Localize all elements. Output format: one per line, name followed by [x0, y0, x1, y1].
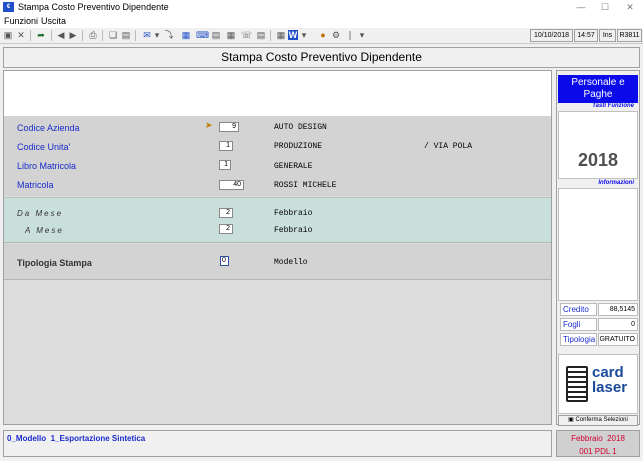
cancel-icon[interactable]: ✕	[16, 30, 26, 40]
table-icon[interactable]: ▦	[276, 30, 286, 40]
matricola-field[interactable]: 40	[219, 180, 244, 190]
tipologia-right-value: GRATUITO	[598, 333, 638, 346]
toolbar-separator	[270, 30, 271, 41]
toolbar-separator	[102, 30, 103, 41]
calendar-icon[interactable]: ▤	[211, 30, 221, 40]
app-icon: €	[3, 2, 14, 12]
toolbar-separator	[82, 30, 83, 41]
toolbar-separator	[135, 30, 136, 41]
toolbar-separator	[30, 30, 31, 41]
da-mese-desc: Febbraio	[274, 209, 313, 218]
credito-label: Credito	[560, 303, 597, 316]
import-icon[interactable]: ⤵	[164, 30, 174, 40]
tools-icon[interactable]: ⚙	[331, 30, 341, 40]
menu-funzioni[interactable]: Funzioni	[4, 16, 38, 26]
print-preview-icon[interactable]: ⎙	[88, 30, 98, 40]
codice-azienda-field[interactable]: 9	[219, 122, 239, 132]
copy-icon[interactable]: ❏	[108, 30, 118, 40]
period-display: Febbraio 2018	[571, 434, 625, 443]
minimize-icon[interactable]: —	[571, 1, 591, 13]
card-icon	[566, 366, 588, 402]
codice-azienda-label: Codice Azienda	[17, 123, 80, 133]
options-hint: 0_Modello 1_Esportazione Sintetica	[7, 434, 146, 443]
save-icon[interactable]: ▣	[3, 30, 13, 40]
logo-laser-text: laser	[592, 379, 628, 396]
libro-matricola-field[interactable]: 1	[219, 160, 231, 170]
tipologia-stampa-desc: Modello	[274, 258, 308, 267]
a-mese-desc: Febbraio	[274, 226, 313, 235]
menu-uscita[interactable]: Uscita	[41, 16, 66, 26]
fogli-value: 0	[598, 318, 638, 331]
status-time: 14:57	[574, 29, 598, 42]
close-icon[interactable]: ✕	[620, 1, 640, 13]
menu-bar	[0, 15, 643, 28]
fogli-label: Fogli	[560, 318, 597, 331]
tipologia-stampa-label: Tipologia Stampa	[17, 258, 92, 268]
status-mode: Ins	[599, 29, 616, 42]
period-code: 001 PDL 1	[579, 447, 617, 456]
toolbar-separator	[51, 30, 52, 41]
matricola-desc: ROSSI MICHELE	[274, 181, 337, 190]
window-title: Stampa Costo Preventivo Dipendente	[18, 2, 169, 12]
status-code: R3811	[617, 29, 642, 42]
period-section	[4, 197, 551, 243]
codice-unita-desc: PRODUZIONE	[274, 142, 323, 151]
paste-icon[interactable]: ▤	[121, 30, 131, 40]
tipologia-right-label: Tipologia	[560, 333, 597, 346]
prev-icon[interactable]: ◀	[56, 30, 66, 40]
info-area	[4, 71, 551, 116]
page-title: Stampa Costo Preventivo Dipendente	[221, 50, 422, 64]
document-icon[interactable]: ▤	[256, 30, 266, 40]
next-icon[interactable]: ▶	[68, 30, 78, 40]
mail-icon[interactable]: ✉	[142, 30, 152, 40]
word-icon[interactable]: W	[288, 30, 298, 40]
codice-unita-field[interactable]: 1	[219, 141, 233, 151]
calculator-icon[interactable]: ▦	[181, 30, 191, 40]
codice-unita-label: Codice Unita'	[17, 142, 71, 152]
chevron-down-icon[interactable]: ▾	[299, 30, 309, 40]
exit-icon[interactable]: ➦	[36, 30, 46, 40]
libro-matricola-label: Libro Matricola	[17, 161, 77, 171]
da-mese-label: Da Mese	[17, 209, 64, 218]
tipologia-stampa-field[interactable]: 0	[220, 256, 229, 266]
phone-icon[interactable]: ☏	[241, 30, 252, 40]
da-mese-field[interactable]: 2	[219, 208, 233, 218]
informazioni-label: Informazioni	[598, 180, 634, 186]
globe-icon[interactable]: ●	[318, 30, 328, 40]
chevron-down-icon[interactable]: ▾	[152, 30, 162, 40]
chevron-down-icon[interactable]: ▾	[357, 30, 367, 40]
info-box	[558, 188, 638, 301]
conferma-label: Conferma Selezioni	[575, 417, 628, 423]
status-date: 10/10/2018	[530, 29, 573, 42]
matricola-label: Matricola	[17, 180, 54, 190]
a-mese-field[interactable]: 2	[219, 224, 233, 234]
codice-unita-address: / VIA POLA	[424, 142, 473, 151]
keyboard-icon[interactable]: ⌨	[196, 30, 209, 40]
year-display: 2018	[577, 150, 619, 170]
credito-value: 88,5145	[598, 303, 638, 316]
logo-card-text: card	[592, 364, 624, 381]
libro-matricola-desc: GENERALE	[274, 162, 313, 171]
lookup-icon[interactable]: ➤	[205, 120, 213, 131]
codice-azienda-desc: AUTO DESIGN	[274, 123, 327, 132]
grid-icon[interactable]: ▦	[226, 30, 236, 40]
maximize-icon[interactable]: ☐	[595, 1, 615, 13]
brand-box: Personale e Paghe	[558, 75, 638, 103]
conferma-selezioni-button[interactable]: ▣ Conferma Selezioni	[558, 415, 638, 426]
attach-icon[interactable]: ❘	[345, 30, 355, 40]
empty-area	[4, 280, 551, 424]
tasti-funzione-label: Tasti Funzione	[592, 103, 634, 109]
a-mese-label: A Mese	[25, 226, 64, 235]
